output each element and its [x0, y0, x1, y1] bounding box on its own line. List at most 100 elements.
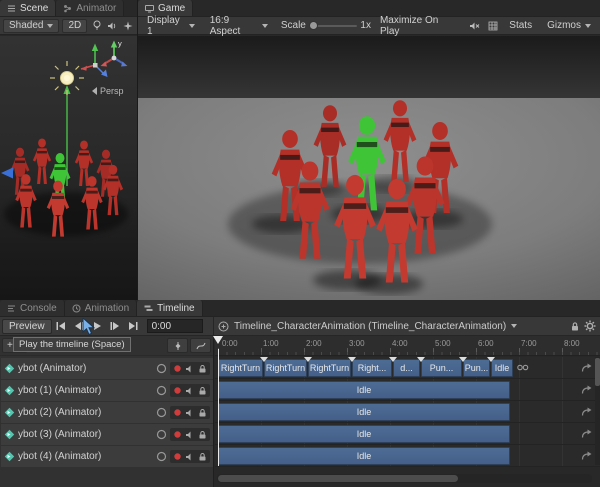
mute-icon[interactable]: [185, 386, 195, 396]
track-lane[interactable]: Idle: [215, 379, 600, 401]
clip-label: Idle: [494, 363, 510, 373]
frame-debugger-toggle[interactable]: [485, 19, 500, 33]
animation-clip[interactable]: Idle: [218, 425, 510, 443]
persp-indicator[interactable]: Persp: [92, 86, 124, 96]
clip-label: RightTurn: [265, 363, 306, 373]
record-circle-icon[interactable]: [156, 429, 167, 440]
clip-label: d...: [400, 363, 413, 373]
track-lane[interactable]: RightTurn RightTurn RightTurn Right... d…: [215, 357, 600, 379]
scene-audio-toggle[interactable]: [106, 19, 119, 33]
timeline-clips-area: 0:00 1:00 2:00 3:00 4:00 5:00 6:00 7:00 …: [213, 336, 600, 487]
track-offset-icon[interactable]: [581, 385, 592, 395]
track-offset-icon[interactable]: [581, 429, 592, 439]
lock-icon[interactable]: [198, 430, 207, 440]
animation-clip[interactable]: RightTurn: [308, 359, 351, 377]
record-dot-icon[interactable]: [173, 452, 182, 461]
animation-clip[interactable]: Pun...: [463, 359, 490, 377]
track-lane[interactable]: Idle: [215, 423, 600, 445]
2d-toggle[interactable]: 2D: [62, 18, 88, 33]
curves-view-button[interactable]: [190, 338, 211, 353]
scale-slider-thumb[interactable]: [308, 20, 318, 30]
loop-indicator-icon: [517, 364, 529, 371]
animation-clip[interactable]: RightTurn: [218, 359, 263, 377]
record-circle-icon[interactable]: [156, 407, 167, 418]
tab-animation[interactable]: Animation: [64, 300, 138, 316]
record-dot-icon[interactable]: [173, 430, 182, 439]
next-frame-button[interactable]: [107, 319, 124, 334]
lock-icon[interactable]: [198, 452, 207, 462]
unity-editor-window: Scene Animator Shaded 2D y Persp Game Di…: [0, 0, 600, 487]
ruler-label: 0:00: [222, 339, 238, 348]
marker-visibility-button[interactable]: [167, 338, 188, 353]
lock-icon[interactable]: [570, 321, 580, 332]
shading-mode-dropdown[interactable]: Shaded: [3, 18, 60, 33]
gizmos-dropdown[interactable]: Gizmos: [541, 19, 597, 33]
animation-clip[interactable]: d...: [393, 359, 420, 377]
add-track-label: +: [7, 340, 13, 351]
track-header[interactable]: ybot (Animator): [1, 358, 213, 379]
tab-animator-label: Animator: [76, 2, 117, 14]
track-header[interactable]: ybot (1) (Animator): [1, 380, 213, 401]
display-label: Display 1: [147, 14, 180, 37]
lock-icon[interactable]: [198, 364, 207, 374]
ruler-label: 6:00: [478, 339, 494, 348]
mute-icon[interactable]: [185, 364, 195, 374]
track-header[interactable]: ybot (4) (Animator): [1, 446, 213, 467]
goto-end-button[interactable]: [125, 319, 142, 334]
tab-timeline[interactable]: Timeline: [137, 300, 203, 316]
record-circle-icon[interactable]: [156, 363, 167, 374]
playhead[interactable]: [213, 336, 223, 466]
vertical-scrollbar[interactable]: [595, 357, 600, 465]
gear-icon[interactable]: [584, 320, 596, 332]
record-dot-icon[interactable]: [173, 386, 182, 395]
track-buttons: [170, 406, 210, 419]
mute-icon[interactable]: [185, 408, 195, 418]
record-dot-icon[interactable]: [173, 408, 182, 417]
timeline-ruler[interactable]: 0:00 1:00 2:00 3:00 4:00 5:00 6:00 7:00 …: [215, 336, 600, 356]
tab-scene[interactable]: Scene: [0, 0, 57, 16]
goto-start-button[interactable]: [53, 319, 70, 334]
record-circle-icon[interactable]: [156, 451, 167, 462]
animation-clip[interactable]: Idle: [218, 447, 510, 465]
animation-clip[interactable]: Right...: [352, 359, 392, 377]
track-header[interactable]: ybot (3) (Animator): [1, 424, 213, 445]
track-header[interactable]: ybot (2) (Animator): [1, 402, 213, 423]
animation-clip[interactable]: Pun...: [421, 359, 462, 377]
vertical-scrollbar-thumb[interactable]: [595, 358, 600, 386]
speaker-muted-icon: [470, 22, 480, 29]
animation-clip[interactable]: Idle: [218, 403, 510, 421]
scene-lighting-toggle[interactable]: [90, 19, 103, 33]
horizontal-scrollbar-thumb[interactable]: [218, 475, 458, 482]
track-offset-icon[interactable]: [581, 451, 592, 461]
timeline-asset-selector[interactable]: Timeline_CharacterAnimation (Timeline_Ch…: [218, 321, 518, 332]
track-lane[interactable]: Idle: [215, 401, 600, 423]
record-dot-icon[interactable]: [173, 364, 182, 373]
preview-toggle[interactable]: Preview: [2, 318, 52, 334]
mute-icon[interactable]: [185, 452, 195, 462]
tab-animation-label: Animation: [84, 302, 130, 314]
lock-icon[interactable]: [198, 386, 207, 396]
mute-audio-toggle[interactable]: [467, 19, 482, 33]
maximize-on-play-toggle[interactable]: Maximize On Play: [374, 15, 461, 37]
scene-effects-dropdown[interactable]: [121, 19, 134, 33]
timecode-field[interactable]: 0:00: [146, 319, 203, 333]
scale-slider[interactable]: [308, 20, 358, 30]
track-lane[interactable]: Idle: [215, 445, 600, 467]
lock-icon[interactable]: [198, 408, 207, 418]
track-offset-icon[interactable]: [581, 363, 592, 373]
mute-icon[interactable]: [185, 430, 195, 440]
ruler-label: 2:00: [306, 339, 322, 348]
scene-viewport[interactable]: y Persp: [0, 36, 137, 300]
display-dropdown[interactable]: Display 1: [141, 15, 201, 37]
horizontal-scrollbar[interactable]: [217, 474, 592, 483]
tab-animator[interactable]: Animator: [56, 0, 125, 16]
track-offset-icon[interactable]: [581, 407, 592, 417]
tab-console[interactable]: Console: [0, 300, 65, 316]
animation-clip[interactable]: Idle: [218, 381, 510, 399]
record-circle-icon[interactable]: [156, 385, 167, 396]
animation-clip[interactable]: RightTurn: [264, 359, 307, 377]
stats-toggle[interactable]: Stats: [503, 19, 538, 33]
axis-y-label: y: [118, 39, 122, 48]
aspect-dropdown[interactable]: 16:9 Aspect: [204, 15, 274, 37]
game-viewport[interactable]: [138, 36, 600, 300]
